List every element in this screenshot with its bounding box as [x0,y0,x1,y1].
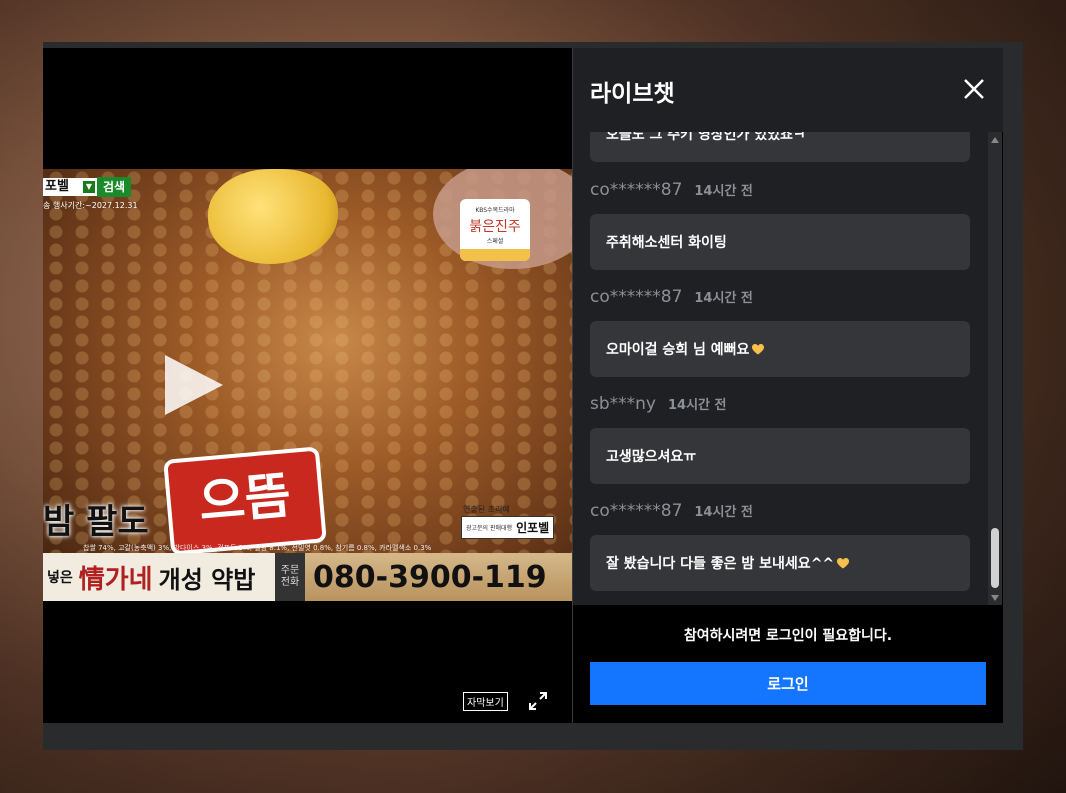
ingredients-text: 찹쌀 74%, 고갈(농축액) 3%, 밤다이스 3%, 건포도 3%, 설탕 … [83,544,432,552]
drama-logo: KBS수목드라마 붉은진주 스페셜 [460,199,530,261]
chat-time: 14시간 전 [694,184,753,199]
chat-username: co******87 [590,501,683,521]
chat-message: 오마이걸 승희 님 예뻐요 [590,321,970,377]
chat-time: 14시간 전 [694,291,753,306]
chat-username: co******87 [590,287,683,307]
scroll-down-arrow-icon[interactable] [991,595,999,601]
order-phone: 080-3900-119 [305,553,573,601]
tv-search-button: 검색 [97,177,132,197]
quality-logo: 으뜸 [163,446,327,556]
chat-header: 라이브챗 [573,48,1003,132]
chat-footer: 참여하시려면 로그인이 필요합니다. 로그인 [573,605,1003,723]
product-brand: 情가네 [78,564,153,595]
product-lower-third: 넣은 情가네 개성 약밥 주문 전화 080-3900-119 [43,553,573,601]
order-label: 주문 전화 [275,553,305,601]
chat-message: 주취해소센터 화이팅 [590,214,970,270]
tv-search-box: 포벨 ▼ 검색 [43,177,132,197]
brand-box: 광고문의 판매대행 인포벨 [461,516,555,539]
brand-caption: 연출된 조리예 [463,505,510,514]
chat-message: 오늘도 그 주키 영상인가 있었죠ㅋ [590,132,970,162]
heart-icon [752,344,765,355]
video-player[interactable]: 포벨 ▼ 검색 송 행사기간:~2027.12.31 KBS수목드라마 붉은진주 … [43,48,573,723]
chat-user-line: co******87 14시간 전 [590,287,753,307]
chat-scrollbar[interactable] [988,132,1002,605]
scroll-thumb[interactable] [991,528,999,588]
chat-username: sb***ny [590,394,656,414]
close-icon[interactable] [961,76,987,102]
chat-time: 14시간 전 [667,398,727,413]
chat-time: 14시간 전 [694,505,753,520]
chat-title: 라이브챗 [590,81,675,107]
login-required-note: 참여하시려면 로그인이 필요합니다. [683,628,893,644]
scroll-up-arrow-icon[interactable] [991,137,999,143]
chat-user-line: co******87 14시간 전 [590,180,753,200]
heart-icon [837,558,850,569]
product-name: 개성 약밥 [158,565,256,594]
chat-message: 고생많으셔요ㅠ [590,428,970,484]
promo-date: 송 행사기간:~2027.12.31 [43,201,138,210]
chat-message-list[interactable]: 오늘도 그 주키 영상인가 있었죠ㅋ co******87 14시간 전 주취해… [573,132,988,605]
video-frame: 포벨 ▼ 검색 송 행사기간:~2027.12.31 KBS수목드라마 붉은진주 … [43,169,573,601]
banner-text: 밤 팔도 [43,502,149,542]
fullscreen-icon[interactable] [527,690,549,712]
login-button[interactable]: 로그인 [590,662,986,705]
brand-name: 인포벨 [516,521,550,535]
chat-message: 잘 봤습니다 다들 좋은 밤 보내세요^^ [590,535,970,591]
tv-search-field: 포벨 ▼ [43,178,97,196]
chat-user-line: co******87 14시간 전 [590,501,753,521]
chat-username: co******87 [590,180,683,200]
subtitle-button[interactable]: 자막보기 [463,692,508,711]
play-icon[interactable] [165,355,223,415]
chat-user-line: sb***ny 14시간 전 [590,394,726,414]
product-small: 넣은 [47,570,73,586]
live-chat-panel: 라이브챗 오늘도 그 주키 영상인가 있었죠ㅋ co******87 14시간 … [572,48,1003,723]
